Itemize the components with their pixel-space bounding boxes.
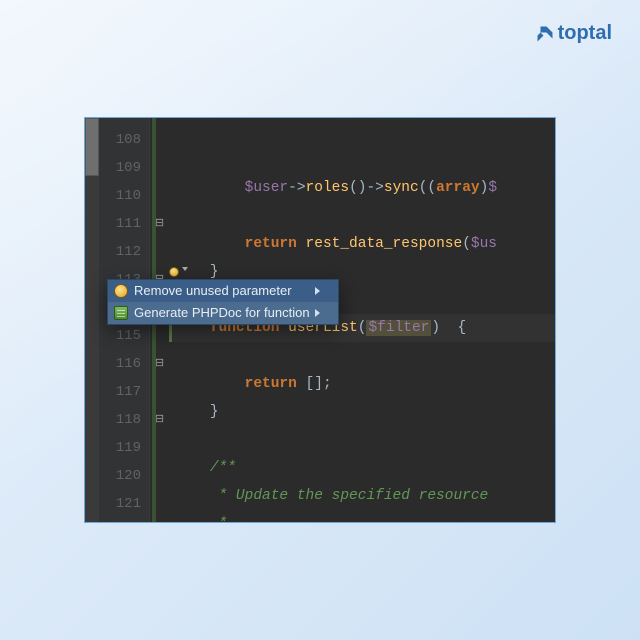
token-param: $filter <box>366 320 431 336</box>
token-var: $us <box>471 236 497 252</box>
code-line[interactable]: return rest_data_response($us <box>169 230 555 258</box>
fold-toggle-icon[interactable]: ⊟ <box>150 350 169 378</box>
token-op: ) <box>480 180 489 196</box>
token-op: ()-> <box>349 180 384 196</box>
token-fn: rest_data_response <box>306 236 463 252</box>
token-kw: return <box>245 236 297 252</box>
token-op: -> <box>288 180 305 196</box>
token-op <box>297 236 306 252</box>
token-op: ( <box>462 236 471 252</box>
token-doc: /** <box>210 460 236 476</box>
code-line[interactable]: } <box>169 398 555 426</box>
code-line[interactable] <box>169 202 555 230</box>
fold-toggle-icon[interactable]: ⊟ <box>150 210 169 238</box>
token-pad <box>175 236 245 252</box>
line-number: 118 <box>99 406 149 434</box>
line-number: 108 <box>99 126 149 154</box>
intention-menu: Remove unused parameterGenerate PHPDoc f… <box>107 279 339 325</box>
fold-cell <box>150 434 169 462</box>
token-pad <box>175 516 219 523</box>
token-pad <box>175 460 210 476</box>
code-line[interactable]: /** <box>169 454 555 482</box>
code-line[interactable]: * Update the specified resource <box>169 482 555 510</box>
intention-menu-item[interactable]: Generate PHPDoc for function <box>108 302 338 324</box>
code-line[interactable]: return []; <box>169 370 555 398</box>
token-doc: * Update the specified resource <box>219 488 497 504</box>
token-fn: sync <box>384 180 419 196</box>
code-line[interactable] <box>169 342 555 370</box>
fold-cell <box>150 378 169 406</box>
brand-glyph-icon <box>536 25 554 43</box>
line-number: 112 <box>99 238 149 266</box>
phpdoc-icon <box>114 306 128 320</box>
fold-cell <box>150 462 169 490</box>
vertical-scrollbar[interactable] <box>85 118 99 522</box>
intention-menu-item[interactable]: Remove unused parameter <box>108 280 338 302</box>
token-pad <box>175 180 245 196</box>
code-line[interactable]: $user->roles()->sync((array)$ <box>169 174 555 202</box>
token-var: $user <box>245 180 289 196</box>
fold-cell <box>150 154 169 182</box>
token-pad <box>175 376 245 392</box>
fold-cell <box>150 182 169 210</box>
token-kw: return <box>245 376 297 392</box>
token-pad <box>175 488 219 504</box>
token-pad <box>175 404 210 420</box>
line-number: 111 <box>99 210 149 238</box>
token-op: (( <box>419 180 436 196</box>
code-line[interactable] <box>169 426 555 454</box>
submenu-arrow-icon <box>315 287 320 295</box>
fold-cell <box>150 126 169 154</box>
token-var: $ <box>488 180 497 196</box>
line-number: 110 <box>99 182 149 210</box>
token-doc: * <box>219 516 228 523</box>
line-number: 117 <box>99 378 149 406</box>
token-fn: roles <box>306 180 350 196</box>
token-op: []; <box>297 376 332 392</box>
line-number: 120 <box>99 462 149 490</box>
submenu-arrow-icon <box>315 309 320 317</box>
token-kw: array <box>436 180 480 196</box>
intention-menu-label: Generate PHPDoc for function <box>134 302 310 324</box>
line-number: 116 <box>99 350 149 378</box>
code-line[interactable]: * <box>169 510 555 523</box>
fold-toggle-icon[interactable]: ⊟ <box>150 406 169 434</box>
fold-cell <box>150 490 169 518</box>
token-brace: } <box>210 264 219 280</box>
line-number: 115 <box>99 322 149 350</box>
token-brace: { <box>458 320 467 336</box>
brand-name: toptal <box>558 22 612 45</box>
intention-menu-label: Remove unused parameter <box>134 280 292 302</box>
fold-cell <box>150 238 169 266</box>
lightbulb-icon <box>114 284 128 298</box>
token-op: ) <box>431 320 457 336</box>
line-number: 119 <box>99 434 149 462</box>
line-number: 109 <box>99 154 149 182</box>
token-brace: } <box>210 404 219 420</box>
intention-bulb-icon[interactable] <box>166 264 182 280</box>
line-number: 121 <box>99 490 149 518</box>
scrollbar-thumb[interactable] <box>85 118 99 176</box>
brand-logo: toptal <box>536 22 612 45</box>
fold-cell <box>150 322 169 350</box>
